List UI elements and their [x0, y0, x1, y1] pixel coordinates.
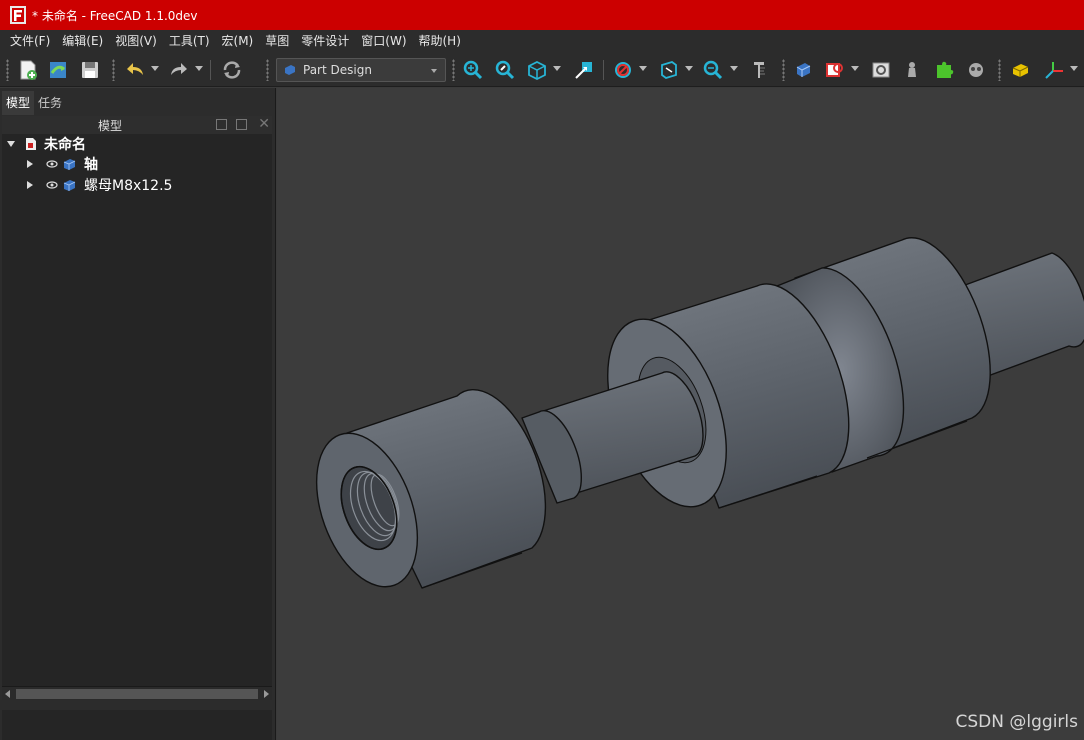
expand-arrow-icon[interactable]: [7, 141, 15, 147]
view-dropdown-arrow[interactable]: [553, 66, 561, 71]
3d-viewport[interactable]: CSDN @lggirls: [277, 88, 1084, 740]
model-tree: 未命名 轴 螺母M8x12.5: [2, 134, 272, 688]
close-icon[interactable]: ✕: [258, 117, 270, 131]
menu-help[interactable]: 帮助(H): [413, 30, 467, 53]
tree-row-body[interactable]: 螺母M8x12.5: [27, 175, 172, 195]
axes-dropdown-arrow[interactable]: [1070, 66, 1078, 71]
redo-dropdown-arrow[interactable]: [195, 66, 203, 71]
scrollbar-thumb[interactable]: [16, 689, 258, 699]
part-body-icon[interactable]: [791, 58, 815, 82]
undo-dropdown-arrow[interactable]: [151, 66, 159, 71]
workbench-selector[interactable]: Part Design: [276, 58, 446, 82]
select-arrow-icon[interactable]: [572, 58, 596, 82]
window-title: * 未命名 - FreeCAD 1.1.0dev: [32, 8, 198, 23]
panel-header: 模型 ✕: [2, 116, 272, 134]
float-icon[interactable]: [236, 119, 247, 130]
toolbar-separator: [210, 60, 211, 80]
toolbar-grip[interactable]: [266, 59, 269, 81]
tab-tasks[interactable]: 任务: [34, 91, 66, 115]
tree-label: 轴: [84, 157, 98, 173]
draw-style-icon[interactable]: [611, 58, 635, 82]
sketch-dropdown-arrow[interactable]: [851, 66, 859, 71]
new-document-icon[interactable]: [16, 58, 40, 82]
refresh-icon[interactable]: [220, 58, 244, 82]
toolbar-grip[interactable]: [782, 59, 785, 81]
clone-icon[interactable]: [964, 58, 988, 82]
menu-edit[interactable]: 编辑(E): [56, 30, 109, 53]
combo-view: 模型 任务 模型 ✕ 未命名 轴 螺母M8x12.5: [0, 88, 276, 740]
redo-icon[interactable]: [166, 58, 190, 82]
stereo-dropdown-arrow[interactable]: [685, 66, 693, 71]
fit-all-icon[interactable]: [461, 58, 485, 82]
measure-icon[interactable]: [747, 58, 771, 82]
toolbar-separator: [603, 60, 604, 80]
main-toolbar: [0, 53, 1084, 87]
tree-row-document[interactable]: 未命名: [7, 134, 86, 154]
horizontal-scrollbar[interactable]: [2, 686, 272, 700]
menu-tools[interactable]: 工具(T): [163, 30, 216, 53]
watermark: CSDN @lggirls: [955, 712, 1078, 732]
open-icon[interactable]: [46, 58, 70, 82]
save-icon[interactable]: [78, 58, 102, 82]
collapse-arrow-icon[interactable]: [27, 160, 33, 168]
scroll-right-icon[interactable]: [264, 690, 269, 698]
toolbar-grip[interactable]: [452, 59, 455, 81]
property-panel: [2, 710, 272, 740]
axes-icon[interactable]: [1042, 58, 1066, 82]
toolbar-grip[interactable]: [112, 59, 115, 81]
menu-part-design[interactable]: 零件设计: [295, 30, 355, 53]
menu-view[interactable]: 视图(V): [109, 30, 163, 53]
menu-bar: 文件(F) 编辑(E) 视图(V) 工具(T) 宏(M) 草图 零件设计 窗口(…: [0, 30, 1084, 53]
menu-window[interactable]: 窗口(W): [355, 30, 412, 53]
part-body-icon: [63, 179, 76, 191]
title-bar: * 未命名 - FreeCAD 1.1.0dev: [0, 0, 1084, 30]
undo-icon[interactable]: [124, 58, 148, 82]
workbench-label: Part Design: [303, 63, 372, 77]
draw-style-dropdown-arrow[interactable]: [639, 66, 647, 71]
zoom-dropdown-arrow[interactable]: [730, 66, 738, 71]
panel-title: 模型: [98, 119, 123, 133]
view-cube-icon[interactable]: [525, 58, 549, 82]
scroll-left-icon[interactable]: [5, 690, 10, 698]
freecad-logo-icon: [10, 6, 26, 24]
toolbar-grip[interactable]: [6, 59, 9, 81]
dock-icon[interactable]: [216, 119, 227, 130]
part-design-icon: [285, 65, 295, 75]
create-sketch-icon[interactable]: [823, 58, 847, 82]
zoom-box-icon[interactable]: [701, 58, 725, 82]
collapse-arrow-icon[interactable]: [27, 181, 33, 189]
validate-sketch-icon[interactable]: [869, 58, 893, 82]
eye-icon[interactable]: [46, 160, 58, 168]
puzzle-icon[interactable]: [932, 58, 956, 82]
combo-tabs: 模型 任务: [2, 91, 66, 115]
tab-model[interactable]: 模型: [2, 91, 35, 115]
3d-model-shaft: [315, 237, 1084, 589]
menu-macro[interactable]: 宏(M): [216, 30, 260, 53]
part-body-icon: [63, 158, 76, 170]
create-part-icon[interactable]: [1008, 58, 1032, 82]
eye-icon[interactable]: [46, 181, 58, 189]
menu-sketch[interactable]: 草图: [259, 30, 295, 53]
tree-row-body[interactable]: 轴: [27, 154, 98, 174]
stereo-icon[interactable]: [657, 58, 681, 82]
fit-selection-icon[interactable]: [493, 58, 517, 82]
document-icon: [26, 138, 36, 150]
toolbar-grip[interactable]: [998, 59, 1001, 81]
tree-label: 未命名: [44, 137, 86, 153]
menu-file[interactable]: 文件(F): [4, 30, 56, 53]
tree-label: 螺母M8x12.5: [84, 178, 173, 194]
chevron-down-icon: [431, 69, 437, 73]
pawn-icon[interactable]: [900, 58, 924, 82]
